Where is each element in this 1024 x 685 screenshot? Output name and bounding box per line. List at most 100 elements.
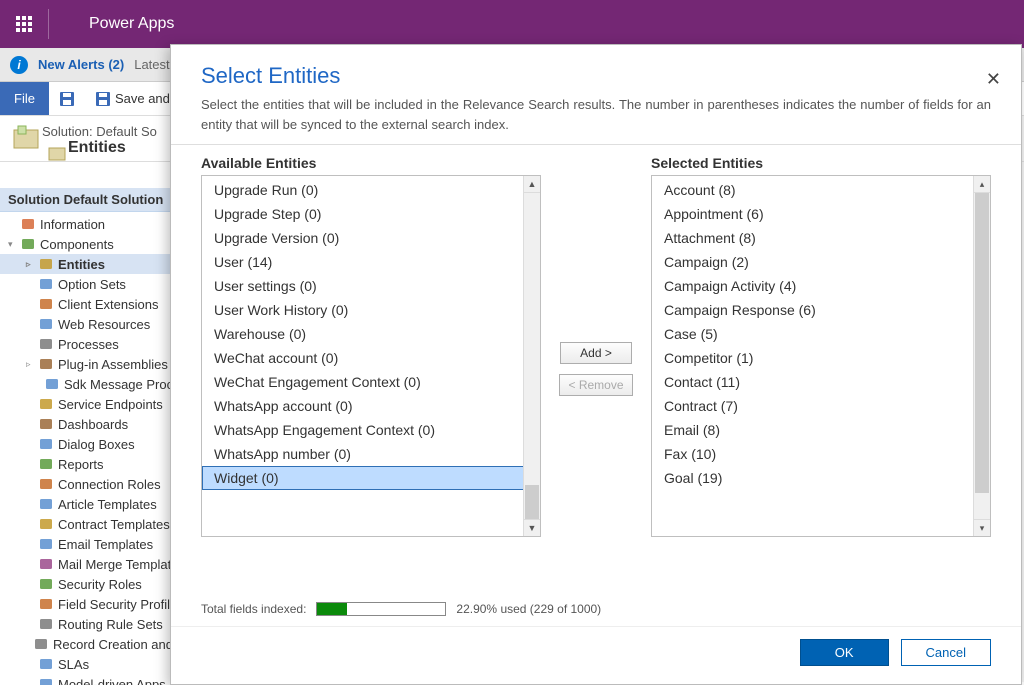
tree-item-dialog-boxes[interactable]: Dialog Boxes xyxy=(0,434,190,454)
selected-entity-option[interactable]: Competitor (1) xyxy=(652,346,990,370)
selected-entity-option[interactable]: Fax (10) xyxy=(652,442,990,466)
available-entity-option[interactable]: User settings (0) xyxy=(202,274,540,298)
selected-scrollbar[interactable]: ▴ ▾ xyxy=(973,176,990,536)
scroll-thumb[interactable] xyxy=(525,485,539,519)
selected-entity-option[interactable]: Goal (19) xyxy=(652,466,990,490)
tree-item-processes[interactable]: Processes xyxy=(0,334,190,354)
tree-item-sdk-message-processin[interactable]: Sdk Message Processin xyxy=(0,374,190,394)
selected-entity-option[interactable]: Case (5) xyxy=(652,322,990,346)
available-entity-option[interactable]: Upgrade Version (0) xyxy=(202,226,540,250)
dialog-footer: OK Cancel xyxy=(171,626,1021,684)
tree-item-label: Record Creation and U xyxy=(53,637,186,652)
tree-item-field-security-profiles[interactable]: Field Security Profiles xyxy=(0,594,190,614)
tree-item-connection-roles[interactable]: Connection Roles xyxy=(0,474,190,494)
selected-entity-option[interactable]: Contact (11) xyxy=(652,370,990,394)
selected-entity-option[interactable]: Campaign Response (6) xyxy=(652,298,990,322)
tree-item-label: Routing Rule Sets xyxy=(58,617,163,632)
divider xyxy=(48,9,49,39)
scroll-down-icon[interactable]: ▾ xyxy=(974,519,990,536)
tree-item-dashboards[interactable]: Dashboards xyxy=(0,414,190,434)
tree-item-web-resources[interactable]: Web Resources xyxy=(0,314,190,334)
tree-item-contract-templates[interactable]: Contract Templates xyxy=(0,514,190,534)
tree-item-model-driven-apps[interactable]: Model-driven Apps xyxy=(0,674,190,685)
tree-item-label: Web Resources xyxy=(58,317,150,332)
article-templates-icon xyxy=(38,496,54,512)
scroll-up-icon[interactable]: ▴ xyxy=(974,176,990,193)
index-usage-row: Total fields indexed: 22.90% used (229 o… xyxy=(201,602,991,616)
add-button[interactable]: Add > xyxy=(560,342,632,364)
tree-item-mail-merge-templates[interactable]: Mail Merge Templates xyxy=(0,554,190,574)
ok-button[interactable]: OK xyxy=(800,639,889,666)
file-menu-button[interactable]: File xyxy=(0,82,49,115)
available-entity-option[interactable]: WhatsApp account (0) xyxy=(202,394,540,418)
available-entity-option[interactable]: Widget (0) xyxy=(202,466,540,490)
scroll-down-icon[interactable]: ▼ xyxy=(524,519,540,536)
dialog-title: Select Entities xyxy=(201,63,991,89)
tree-item-label: Mail Merge Templates xyxy=(58,557,185,572)
remove-button[interactable]: < Remove xyxy=(559,374,632,396)
tree-item-reports[interactable]: Reports xyxy=(0,454,190,474)
selected-entity-option[interactable]: Attachment (8) xyxy=(652,226,990,250)
available-entity-option[interactable]: Upgrade Step (0) xyxy=(202,202,540,226)
tree-item-label: Article Templates xyxy=(58,497,157,512)
tree-item-client-extensions[interactable]: Client Extensions xyxy=(0,294,190,314)
available-entity-option[interactable]: Warehouse (0) xyxy=(202,322,540,346)
tree-item-information[interactable]: Information xyxy=(0,214,190,234)
selected-entity-option[interactable]: Email (8) xyxy=(652,418,990,442)
tree-item-service-endpoints[interactable]: Service Endpoints xyxy=(0,394,190,414)
selected-entity-option[interactable]: Campaign (2) xyxy=(652,250,990,274)
tree-item-plug-in-assemblies[interactable]: ▹Plug-in Assemblies xyxy=(0,354,190,374)
tree-item-article-templates[interactable]: Article Templates xyxy=(0,494,190,514)
tree-item-label: Contract Templates xyxy=(58,517,170,532)
available-scrollbar[interactable]: ▲ ▼ xyxy=(523,176,540,536)
tree-item-label: Service Endpoints xyxy=(58,397,163,412)
selected-entity-option[interactable]: Appointment (6) xyxy=(652,202,990,226)
tree-item-label: Email Templates xyxy=(58,537,153,552)
app-launcher-button[interactable] xyxy=(0,0,48,48)
available-entity-option[interactable]: WhatsApp number (0) xyxy=(202,442,540,466)
sdk-icon xyxy=(44,376,60,392)
available-entity-option[interactable]: User Work History (0) xyxy=(202,298,540,322)
selected-entity-option[interactable]: Account (8) xyxy=(652,178,990,202)
caret-icon: ▾ xyxy=(8,239,16,250)
tree-item-slas[interactable]: SLAs xyxy=(0,654,190,674)
client-extensions-icon xyxy=(38,296,54,312)
service-endpoints-icon xyxy=(38,396,54,412)
security-roles-icon xyxy=(38,576,54,592)
dual-list-picker: Available Entities Upgrade Run (0)Upgrad… xyxy=(201,155,991,582)
progress-text: 22.90% used (229 of 1000) xyxy=(456,602,601,616)
available-entity-option[interactable]: WeChat account (0) xyxy=(202,346,540,370)
available-entity-option[interactable]: User (14) xyxy=(202,250,540,274)
scroll-up-icon[interactable]: ▲ xyxy=(524,176,540,193)
selected-entities-listbox[interactable]: Account (8)Appointment (6)Attachment (8)… xyxy=(651,175,991,537)
dashboards-icon xyxy=(38,416,54,432)
tree-item-entities[interactable]: ▹Entities xyxy=(0,254,190,274)
cancel-button[interactable]: Cancel xyxy=(901,639,991,666)
tree-item-security-roles[interactable]: Security Roles xyxy=(0,574,190,594)
selected-entity-option[interactable]: Contract (7) xyxy=(652,394,990,418)
app-header: Power Apps xyxy=(0,0,1024,48)
scroll-thumb[interactable] xyxy=(975,193,989,493)
progress-fill xyxy=(317,603,346,615)
available-entity-option[interactable]: WhatsApp Engagement Context (0) xyxy=(202,418,540,442)
available-entity-option[interactable]: Upgrade Run (0) xyxy=(202,178,540,202)
tree-item-record-creation-and-u[interactable]: Record Creation and U xyxy=(0,634,190,654)
routing-icon xyxy=(38,616,54,632)
save-button[interactable] xyxy=(49,82,85,115)
tree-item-option-sets[interactable]: Option Sets xyxy=(0,274,190,294)
tree-item-routing-rule-sets[interactable]: Routing Rule Sets xyxy=(0,614,190,634)
caret-icon: ▹ xyxy=(26,259,34,270)
entities-icon xyxy=(48,144,66,162)
save-and-button[interactable]: Save and xyxy=(85,82,180,115)
tree-item-components[interactable]: ▾Components xyxy=(0,234,190,254)
dialog-boxes-icon xyxy=(38,436,54,452)
tree-header: Solution Default Solution xyxy=(0,188,190,212)
available-entity-option[interactable]: WeChat Engagement Context (0) xyxy=(202,370,540,394)
tree-item-email-templates[interactable]: Email Templates xyxy=(0,534,190,554)
tree-item-label: Model-driven Apps xyxy=(58,677,166,685)
close-button[interactable]: ✕ xyxy=(986,69,1001,90)
tree-item-label: Information xyxy=(40,217,105,232)
available-entities-listbox[interactable]: Upgrade Run (0)Upgrade Step (0)Upgrade V… xyxy=(201,175,541,537)
alerts-link[interactable]: New Alerts (2) xyxy=(38,57,124,72)
selected-entity-option[interactable]: Campaign Activity (4) xyxy=(652,274,990,298)
